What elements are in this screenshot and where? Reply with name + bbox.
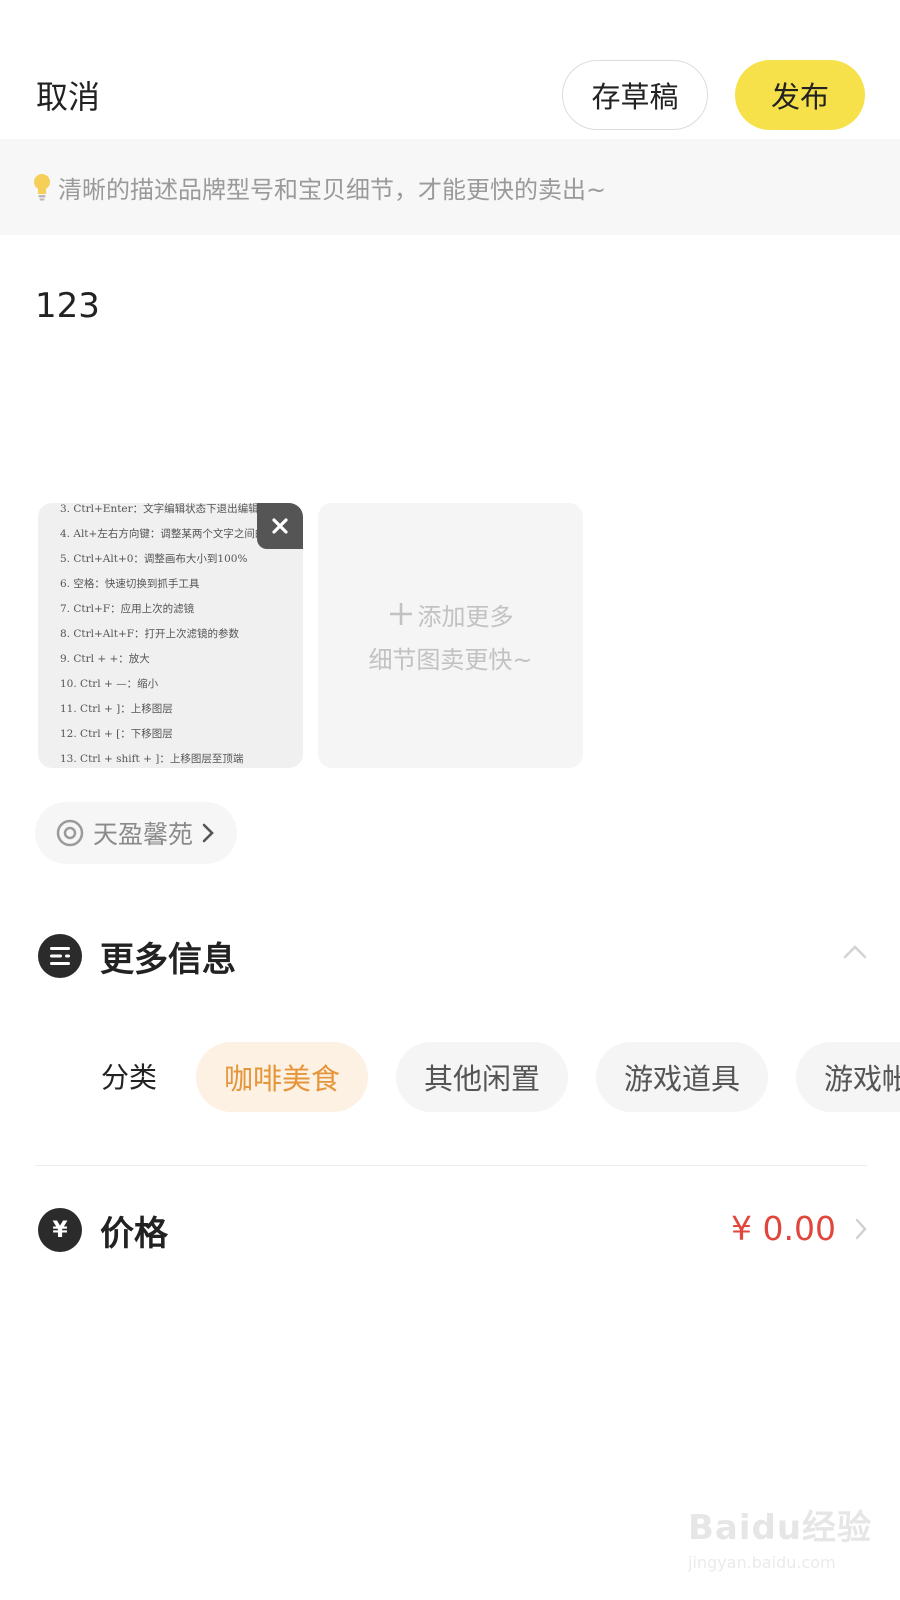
thumbnail-line: 7. Ctrl+F：应用上次的滤镜 [60, 603, 195, 615]
save-draft-button[interactable]: 存草稿 [562, 60, 708, 130]
category-label: 分类 [101, 1061, 158, 1094]
category-chip[interactable]: 游戏道具 [596, 1042, 769, 1112]
watermark: Baidu经验 jingyan.baidu.com [688, 1500, 878, 1590]
more-info-header[interactable]: 更多信息 [38, 931, 868, 981]
thumbnail-line: 8. Ctrl+Alt+F：打开上次滤镜的参数 [60, 628, 240, 640]
category-chip[interactable]: 咖啡美食 [196, 1042, 369, 1112]
location-pin-icon [56, 819, 84, 847]
lightbulb-icon [34, 174, 50, 201]
tip-bar: 清晰的描述品牌型号和宝贝细节，才能更快的卖出~ [0, 139, 900, 235]
location-text: 天盈馨苑 [93, 820, 194, 849]
thumbnail-line: 13. Ctrl + shift + ]：上移图层至顶端 [60, 753, 244, 765]
yuan-icon: ¥ [38, 1208, 82, 1252]
add-more-photos-button[interactable]: 添加更多 细节图卖更快~ [318, 503, 583, 768]
location-chip[interactable]: 天盈馨苑 [35, 802, 238, 864]
category-chip[interactable]: 游戏帐 [796, 1042, 900, 1112]
divider [35, 1165, 867, 1166]
publish-button[interactable]: 发布 [735, 60, 865, 130]
add-more-hint: 细节图卖更快~ [368, 645, 533, 674]
thumbnail-line: 10. Ctrl + —：缩小 [60, 678, 159, 690]
plus-icon [389, 603, 412, 625]
list-icon [38, 934, 82, 978]
watermark-url: jingyan.baidu.com [688, 1553, 836, 1572]
price-row[interactable]: ¥ 价格 ¥ 0.00 [38, 1205, 868, 1255]
price-value: ¥ 0.00 [731, 1209, 836, 1248]
chevron-right-icon [855, 1218, 867, 1240]
description-input[interactable]: 123 [35, 286, 100, 326]
thumbnail-line: 11. Ctrl + ]：上移图层 [60, 703, 173, 715]
close-icon [272, 518, 288, 534]
tip-text: 清晰的描述品牌型号和宝贝细节，才能更快的卖出~ [58, 175, 607, 204]
category-chip[interactable]: 其他闲置 [396, 1042, 569, 1112]
category-row: 分类 咖啡美食 其他闲置 游戏道具 游戏帐 [0, 1042, 900, 1112]
thumbnail-line: 5. Ctrl+Alt+0：调整画布大小到100% [60, 553, 248, 565]
price-title: 价格 [100, 1213, 168, 1254]
cancel-button[interactable]: 取消 [36, 72, 100, 118]
remove-photo-button[interactable] [257, 503, 303, 549]
add-more-label: 添加更多 [417, 602, 514, 631]
top-bar: 取消 存草稿 发布 [0, 60, 900, 130]
chevron-right-icon [202, 823, 214, 843]
watermark-logo: Baidu经验 [688, 1508, 873, 1548]
thumbnail-line: 9. Ctrl + +：放大 [60, 653, 150, 665]
more-info-title: 更多信息 [100, 939, 236, 980]
chevron-up-icon[interactable] [842, 943, 868, 961]
thumbnail-line: 12. Ctrl + [：下移图层 [60, 728, 173, 740]
thumbnail-line: 6. 空格：快速切换到抓手工具 [60, 578, 200, 590]
